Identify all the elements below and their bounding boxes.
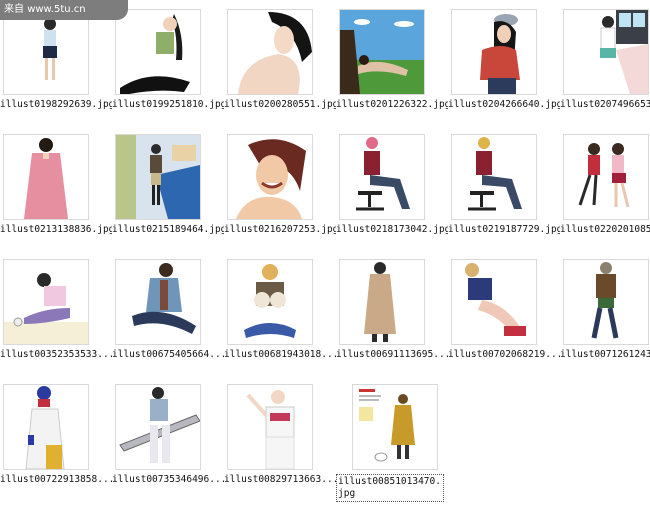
file-name: illust0219187729.jpg [448,224,560,235]
file-item[interactable]: illust0215189464.jpg [112,134,224,256]
file-name: illust0200280551.jpg [224,99,336,110]
file-item[interactable]: illust00691113695... [336,259,448,381]
file-name: illust0215189464.jpg [112,224,224,235]
file-name: illust0204266640.jpg [448,99,560,110]
thumbnail[interactable] [115,134,201,220]
file-item[interactable]: illust00675405664... [112,259,224,381]
thumbnail[interactable] [3,9,89,95]
thumbnail[interactable] [339,9,425,95]
thumbnail[interactable] [451,9,537,95]
file-name: illust0198292639.jpg [0,99,112,110]
file-name: illust0213138836.jpg [0,224,112,235]
watermark-url: www.5tu.cn [27,4,86,15]
thumbnail[interactable] [451,259,537,345]
thumbnail[interactable] [115,259,201,345]
file-item[interactable]: illust00702068219... [448,259,560,381]
file-item[interactable]: illust0204266640.jpg [448,9,560,131]
file-item[interactable]: illust0218173042.jpg [336,134,448,256]
thumbnail[interactable] [227,384,313,470]
file-item[interactable]: illust0220201085.jpg [560,134,650,256]
file-item[interactable]: illust0199251810.jpg [112,9,224,131]
thumbnail[interactable] [339,259,425,345]
file-item[interactable]: illust0219187729.jpg [448,134,560,256]
file-name: illust00829713663... [224,474,336,485]
thumbnail[interactable] [3,259,89,345]
thumbnail[interactable] [563,9,649,95]
thumbnail[interactable] [227,9,313,95]
thumbnail[interactable] [3,384,89,470]
file-item[interactable]: illust00829713663... [224,384,336,506]
file-item[interactable]: illust00722913858... [0,384,112,506]
thumbnail[interactable] [227,134,313,220]
thumbnail[interactable] [227,259,313,345]
file-item[interactable]: illust0207496653.jpg [560,9,650,131]
file-item[interactable]: illust00681943018... [224,259,336,381]
file-name: illust00851013470.jpg [336,474,444,502]
watermark-brand: 来自 [4,4,24,15]
thumbnail[interactable] [115,9,201,95]
file-name: illust00702068219... [448,349,560,360]
thumbnail[interactable] [563,259,649,345]
file-item[interactable]: illust00712612435... [560,259,650,381]
file-name: illust0216207253.jpg [224,224,336,235]
file-name: illust00712612435... [560,349,650,360]
thumbnail[interactable] [352,384,438,470]
file-item[interactable]: illust0200280551.jpg [224,9,336,131]
watermark-logo: 来自 www.5tu.cn [0,0,128,20]
thumbnail[interactable] [3,134,89,220]
file-name: illust00722913858... [0,474,112,485]
thumbnail[interactable] [451,134,537,220]
thumbnail[interactable] [115,384,201,470]
file-item-selected[interactable]: illust00851013470.jpg [336,384,448,506]
file-item[interactable]: illust0201226322.jpg [336,9,448,131]
file-name: illust0218173042.jpg [336,224,448,235]
thumbnail[interactable] [563,134,649,220]
file-name: illust00352353533... [0,349,112,360]
file-name: illust00735346496... [112,474,224,485]
thumbnail[interactable] [339,134,425,220]
file-name: illust00675405664... [112,349,224,360]
file-name: illust0220201085.jpg [560,224,650,235]
file-name: illust0201226322.jpg [336,99,448,110]
file-name: illust00681943018... [224,349,336,360]
file-item[interactable]: illust00352353533... [0,259,112,381]
file-item[interactable]: illust00735346496... [112,384,224,506]
file-item[interactable]: illust0213138836.jpg [0,134,112,256]
file-name: illust0199251810.jpg [112,99,224,110]
file-item[interactable]: illust0198292639.jpg [0,9,112,131]
file-name: illust0207496653.jpg [560,99,650,110]
file-item[interactable]: illust0216207253.jpg [224,134,336,256]
file-name: illust00691113695... [336,349,448,360]
